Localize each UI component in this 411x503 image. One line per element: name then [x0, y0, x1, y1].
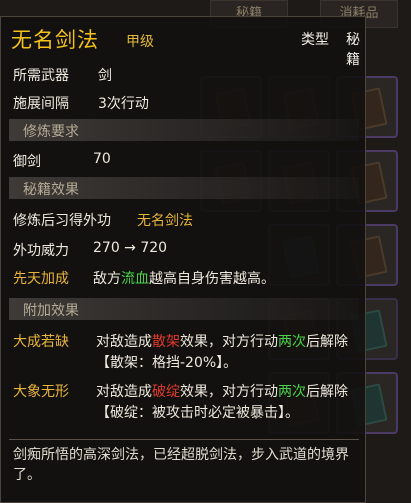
section-effect: 秘籍效果	[9, 177, 359, 199]
learned-skill-label: 修炼后习得外功	[13, 213, 111, 229]
section-extra-title: 附加效果	[23, 303, 79, 319]
requirement-label: 御剑	[13, 154, 41, 170]
innate-pre: 敌方	[93, 271, 121, 287]
effect-status: 破绽	[152, 384, 180, 400]
cast-interval-label: 施展间隔	[13, 96, 69, 112]
requirement-value: 70	[93, 151, 111, 167]
required-weapon-label: 所需武器	[13, 68, 69, 84]
innate-bonus-text: 敌方流血越高自身伤害越高。	[93, 268, 275, 288]
skill-power-label: 外功威力	[13, 243, 69, 259]
skill-power-value: 270 → 720	[93, 240, 168, 256]
learned-skill-value: 无名剑法	[137, 213, 193, 229]
tooltip-header: 无名剑法 甲级 类型 秘籍	[1, 17, 365, 68]
item-name: 无名剑法	[11, 28, 99, 52]
effect-status: 散架	[152, 334, 180, 350]
innate-post: 越高自身伤害越高。	[149, 271, 275, 287]
effect-post: 后解除	[306, 384, 348, 400]
section-effect-title: 秘籍效果	[23, 182, 79, 198]
type-value: 秘籍	[346, 32, 360, 68]
effect-name: 大成若缺	[13, 334, 69, 350]
innate-highlight: 流血	[121, 271, 149, 287]
required-weapon-value: 剑	[98, 68, 112, 84]
type-label: 类型	[301, 32, 329, 48]
effect-detail: 【散架：格挡-20%】。	[96, 355, 238, 371]
section-extra: 附加效果	[9, 298, 359, 320]
effect-count: 两次	[278, 334, 306, 350]
item-grade: 甲级	[126, 34, 154, 50]
effect-description: 对敌造成散架效果，对方行动两次后解除	[96, 331, 348, 351]
effect-name: 大象无形	[13, 384, 69, 400]
effect-count: 两次	[278, 384, 306, 400]
effect-mid: 效果，对方行动	[180, 384, 278, 400]
effect-detail: 【破绽：被攻击时必定被暴击】。	[96, 405, 299, 421]
effect-post: 后解除	[306, 334, 348, 350]
divider	[9, 439, 359, 440]
item-description: 剑痴所悟的高深剑法，已经超脱剑法，步入武道的境界了。	[13, 447, 349, 483]
effect-pre: 对敌造成	[96, 334, 152, 350]
innate-bonus-label: 先天加成	[13, 271, 69, 287]
effect-mid: 效果，对方行动	[180, 334, 278, 350]
item-tooltip: 无名剑法 甲级 类型 秘籍 所需武器 剑 施展间隔 3次行动 修炼要求 御剑 7…	[0, 16, 366, 503]
effect-pre: 对敌造成	[96, 384, 152, 400]
section-cultivation: 修炼要求	[9, 119, 359, 141]
section-cultivation-title: 修炼要求	[23, 124, 79, 140]
effect-description: 对敌造成破绽效果，对方行动两次后解除	[96, 381, 348, 401]
cast-interval-value: 3次行动	[98, 96, 149, 112]
